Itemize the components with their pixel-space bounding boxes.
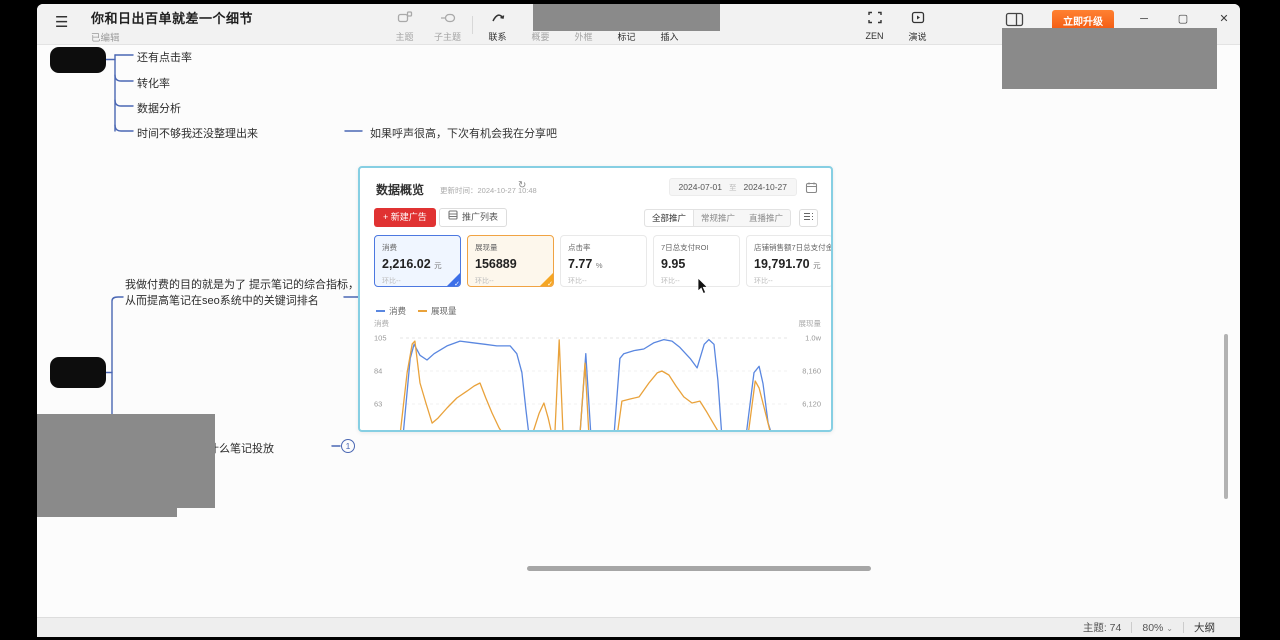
chart-plot [360, 323, 831, 432]
filter-list-icon [803, 209, 814, 227]
selected-check-icon: ✓ [539, 272, 554, 287]
date-from: 2024-07-01 [679, 182, 722, 192]
calendar-icon [805, 181, 818, 199]
new-ad-button: + 新建广告 [374, 208, 436, 227]
mindmap-covered-child[interactable]: 什么笔记投放 [208, 440, 274, 456]
document-title: 你和日出百单就差一个细节 [91, 8, 253, 27]
relation-icon [490, 10, 506, 30]
mouse-cursor [697, 277, 709, 295]
subtopic-icon [440, 10, 456, 30]
redaction-overlay [1002, 28, 1217, 89]
topic-button[interactable]: 主题 [383, 8, 426, 42]
mindmap-child-label[interactable]: 数据分析 [137, 100, 181, 116]
maximize-button[interactable]: ▢ [1172, 9, 1194, 29]
mindmap-canvas[interactable]: 还有点击率 转化率 数据分析 时间不够我还没整理出来 如果呼声很高，下次有机会我… [37, 45, 1240, 617]
statusbar-separator [1183, 622, 1184, 633]
mindmap-child-label[interactable]: 还有点击率 [137, 49, 192, 65]
redaction-overlay [37, 414, 215, 508]
app-window: ☰ 你和日出百单就差一个细节 已编辑 主题 子主题 联系 概要 [37, 4, 1240, 637]
statusbar-separator [1131, 622, 1132, 633]
metric-list-button [799, 209, 818, 227]
relation-button[interactable]: 联系 [476, 8, 519, 42]
stat-cards: 消费 2,216.02 元 环比-- ✓ 展现量 156889 环比-- ✓ 点… [374, 235, 833, 287]
stat-card-gmv: 店铺销售额7日总支付金额 19,791.70 元 环比-- [746, 235, 833, 287]
horizontal-scrollbar[interactable] [527, 566, 871, 571]
mindmap-child-label[interactable]: 时间不够我还没整理出来 [137, 125, 258, 141]
list-icon [448, 209, 458, 226]
relationship-comment[interactable]: 如果呼声很高，下次有机会我在分享吧 [370, 125, 557, 141]
dashboard-title: 数据概览 [376, 181, 424, 198]
promo-list-button: 推广列表 [439, 208, 507, 227]
outline-button[interactable]: 大纲 [1194, 620, 1215, 635]
minimize-button[interactable]: ─ [1133, 9, 1155, 29]
caret-down-icon: ⌄ [1166, 624, 1173, 633]
vertical-scrollbar[interactable] [1224, 334, 1228, 499]
tab-live-promo: 直播推广 [742, 210, 790, 226]
zen-button[interactable]: ZEN [853, 8, 896, 42]
legend-dash-icon [418, 310, 427, 312]
count-badge[interactable]: 1 [341, 439, 355, 453]
mindmap-paid-note[interactable]: 我做付费的目的就是为了 提示笔记的综合指标， 从而提高笔记在seo系统中的关键词… [125, 277, 359, 309]
title-block: 你和日出百单就差一个细节 已编辑 [91, 8, 253, 44]
toolbar-right: ZEN 演说 [853, 8, 939, 42]
topic-count: 主题: 74 [1083, 620, 1122, 635]
legend-impressions: 展现量 [418, 305, 457, 317]
legend-spend: 消费 [376, 305, 406, 317]
subtopic-button[interactable]: 子主题 [426, 8, 469, 42]
close-button[interactable]: ✕ [1213, 9, 1235, 29]
mindmap-child-label[interactable]: 转化率 [137, 75, 170, 91]
date-to: 2024-10-27 [744, 182, 787, 192]
zen-icon [867, 10, 883, 30]
stat-card-impressions: 展现量 156889 环比-- ✓ [467, 235, 554, 287]
date-range-picker: 2024-07-01 至 2024-10-27 [669, 178, 797, 196]
toolbar-separator [472, 16, 473, 34]
status-bar: 主题: 74 80% ⌄ 大纲 [37, 617, 1240, 637]
document-status: 已编辑 [91, 30, 253, 44]
stat-card-ctr: 点击率 7.77 % 环比-- [560, 235, 647, 287]
menu-icon[interactable]: ☰ [55, 13, 68, 31]
chart-legend: 消费 展现量 [376, 305, 457, 317]
date-separator: 至 [729, 182, 737, 193]
redacted-topic-node[interactable] [50, 47, 106, 73]
stat-card-spend: 消费 2,216.02 元 环比-- ✓ [374, 235, 461, 287]
redacted-topic-node[interactable] [50, 357, 106, 388]
redaction-overlay [37, 508, 177, 517]
present-button[interactable]: 演说 [896, 8, 939, 42]
selected-check-icon: ✓ [446, 272, 461, 287]
present-icon [910, 10, 926, 30]
zoom-control[interactable]: 80% ⌄ [1142, 622, 1173, 634]
refresh-icon: ↻ [518, 180, 526, 191]
redaction-overlay [533, 4, 720, 31]
trend-chart: 消费 展现量 消费 展现量 105 84 63 1.0w 8,160 6,120 [360, 296, 831, 432]
topic-icon [397, 10, 413, 30]
tab-regular-promo: 常规推广 [694, 210, 742, 226]
promo-tabs: 全部推广 常规推广 直播推广 [644, 209, 791, 227]
tab-all-promo: 全部推广 [645, 210, 694, 226]
legend-dash-icon [376, 310, 385, 312]
dashboard-image-node[interactable]: 数据概览 更新时间：2024-10-27 10:48 ↻ 2024-07-01 … [358, 166, 833, 432]
